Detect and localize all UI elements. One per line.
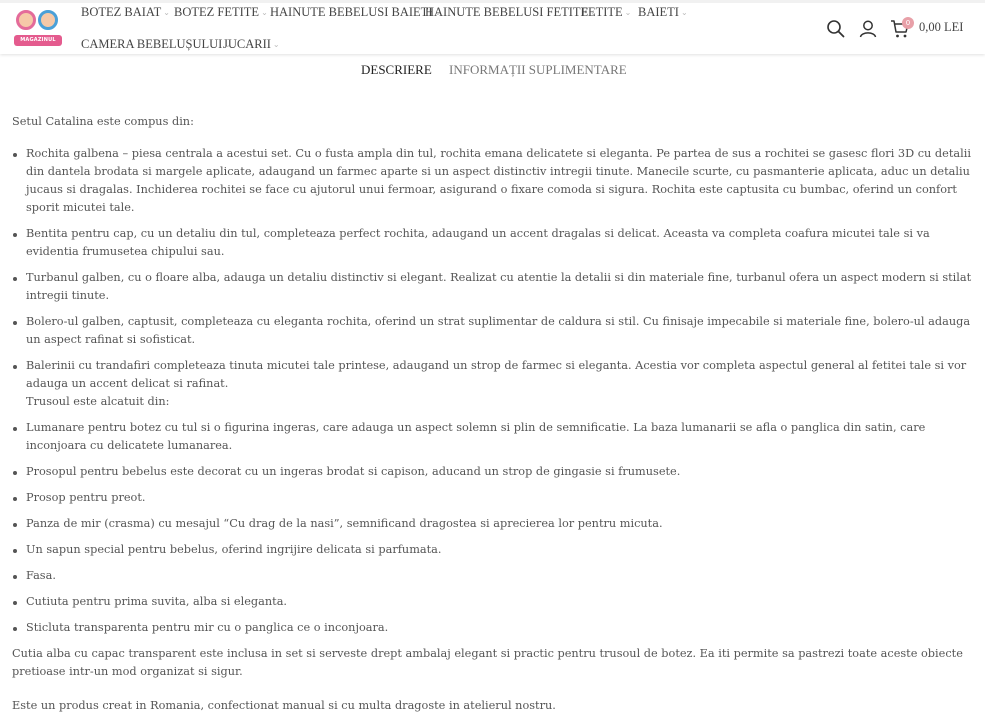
description-intro: Setul Catalina este compus din: bbox=[12, 115, 194, 128]
main-nav: BOTEZ BAIAT ⌄ BOTEZ FETITE ⌄ HAINUTE BEBEL… bbox=[81, 0, 801, 54]
search-icon[interactable] bbox=[826, 19, 846, 39]
nav-jucarii[interactable]: JUCARII ⌄ bbox=[223, 37, 280, 52]
nav-hainute-baieti[interactable]: HAINUTE BEBELUSI BAIETI ⌄ bbox=[270, 5, 441, 20]
tab-informatii-suplimentare[interactable]: INFORMAȚII SUPLIMENTARE bbox=[449, 62, 627, 78]
nav-botez-fetite[interactable]: BOTEZ FETITE ⌄ bbox=[174, 5, 268, 20]
nav-camera-bebelusului[interactable]: CAMERA BEBELUȘULUI ⌄ bbox=[81, 37, 231, 52]
nav-label: BOTEZ FETITE bbox=[174, 5, 260, 19]
list-item-text: Balerinii cu trandafiri completeaza tinu… bbox=[26, 359, 967, 390]
list-item: Panza de mir (crasma) cu mesajul “Cu dra… bbox=[12, 515, 974, 533]
list-item: Sticluta transparenta pentru mir cu o pa… bbox=[12, 619, 974, 637]
cart-count-badge: 0 bbox=[902, 17, 914, 29]
chevron-down-icon: ⌄ bbox=[261, 8, 268, 17]
product-description: Setul Catalina este compus din: Rochita … bbox=[12, 113, 974, 715]
site-logo[interactable]: MAGAZINUL MAMI bbox=[12, 8, 64, 54]
site-header: MAGAZINUL MAMI BOTEZ BAIAT ⌄ BOTEZ FETITE… bbox=[0, 0, 985, 54]
chevron-down-icon: ⌄ bbox=[680, 8, 688, 17]
logo-text: MAGAZINUL MAMI bbox=[14, 35, 62, 54]
list-item: Cutiuta pentru prima suvita, alba si ele… bbox=[12, 593, 974, 611]
list-item: Turbanul galben, cu o floare alba, adaug… bbox=[12, 269, 974, 305]
nav-label: JUCARII bbox=[223, 37, 271, 51]
nav-label: HAINUTE BEBELUSI BAIETI bbox=[270, 5, 433, 19]
list-item: Prosopul pentru bebelus este decorat cu … bbox=[12, 463, 974, 481]
chevron-down-icon: ⌄ bbox=[624, 8, 632, 17]
list-item: Rochita galbena – piesa centrala a acest… bbox=[12, 145, 974, 217]
nav-label: FETITE bbox=[581, 5, 623, 19]
user-icon[interactable] bbox=[858, 19, 878, 39]
nav-label: BAIETI bbox=[638, 5, 679, 19]
nav-botez-baiat[interactable]: BOTEZ BAIAT ⌄ bbox=[81, 5, 170, 20]
nav-label: BOTEZ BAIAT bbox=[81, 5, 162, 19]
nav-label: HAINUTE BEBELUSI FETITE bbox=[425, 5, 589, 19]
nav-fetite[interactable]: FETITE ⌄ bbox=[581, 5, 631, 20]
tab-descriere[interactable]: DESCRIERE bbox=[361, 62, 432, 78]
list-item: Lumanare pentru botez cu tul si o figuri… bbox=[12, 419, 974, 455]
box-note: Cutia alba cu capac transparent este inc… bbox=[12, 647, 963, 678]
list-item: Prosop pentru preot. bbox=[12, 489, 974, 507]
nav-hainute-fetite[interactable]: HAINUTE BEBELUSI FETITE ⌄ bbox=[425, 5, 597, 20]
chevron-down-icon: ⌄ bbox=[272, 40, 280, 49]
set-items-list: Rochita galbena – piesa centrala a acest… bbox=[12, 145, 974, 637]
list-item: Bentita pentru cap, cu un detaliu din tu… bbox=[12, 225, 974, 261]
boy-face-icon bbox=[38, 10, 58, 30]
nav-label: CAMERA BEBELUȘULUI bbox=[81, 37, 223, 51]
list-item: Balerinii cu trandafiri completeaza tinu… bbox=[12, 357, 974, 411]
list-item: Un sapun special pentru bebelus, oferind… bbox=[12, 541, 974, 559]
cart-total[interactable]: 0,00 LEI bbox=[919, 20, 963, 35]
chevron-down-icon: ⌄ bbox=[163, 8, 170, 17]
product-tabs: DESCRIERE INFORMAȚII SUPLIMENTARE bbox=[0, 62, 985, 82]
list-item: Fasa. bbox=[12, 567, 974, 585]
list-item: Bolero-ul galben, captusit, completeaza … bbox=[12, 313, 974, 349]
nav-baieti[interactable]: BAIETI ⌄ bbox=[638, 5, 688, 20]
trousseau-intro: Trusoul este alcatuit din: bbox=[26, 395, 170, 408]
girl-face-icon bbox=[16, 10, 36, 30]
